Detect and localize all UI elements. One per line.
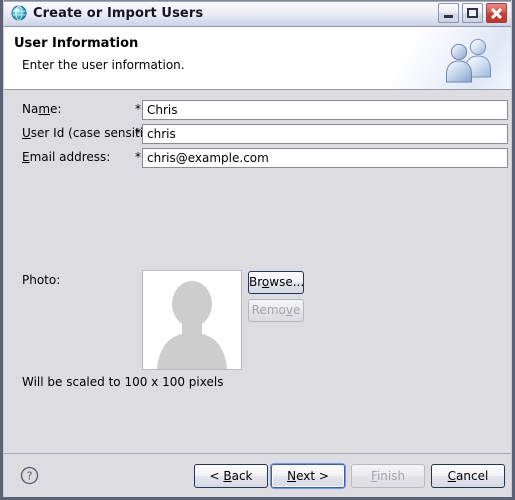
user-id-input[interactable]: [142, 124, 508, 144]
help-question-icon[interactable]: ?: [20, 466, 39, 485]
field-row-email: Email address: *: [3, 148, 512, 168]
wizard-header: User Information Enter the user informat…: [3, 27, 512, 90]
minimize-button[interactable]: [438, 3, 459, 23]
next-button[interactable]: Next >: [271, 464, 345, 488]
user-id-required-marker: *: [135, 126, 141, 140]
person-silhouette-icon: [143, 271, 241, 369]
field-row-name: Name: *: [3, 100, 512, 120]
title-bar-top-edge: [3, 0, 512, 2]
photo-preview[interactable]: [142, 270, 242, 370]
minimize-icon: [444, 15, 453, 18]
close-icon: [487, 4, 506, 22]
photo-scale-note: Will be scaled to 100 x 100 pixels: [22, 375, 224, 389]
cancel-button[interactable]: Cancel: [431, 464, 505, 488]
window-title: Create or Import Users: [33, 5, 204, 21]
browse-button[interactable]: Browse...: [248, 271, 304, 294]
svg-text:?: ?: [27, 470, 33, 483]
page-subtitle: Enter the user information.: [22, 58, 185, 72]
email-required-marker: *: [135, 150, 141, 164]
photo-label: Photo:: [22, 273, 61, 287]
users-icon: [438, 35, 500, 85]
close-button[interactable]: [486, 3, 507, 23]
form-area: Name: * User Id (case sensitive): * Emai…: [3, 90, 512, 453]
back-button[interactable]: < Back: [194, 464, 268, 488]
email-label: Email address:: [22, 150, 111, 164]
dialog-window: Create or Import Users User Information …: [0, 0, 515, 500]
maximize-button[interactable]: [462, 3, 483, 23]
maximize-icon: [467, 8, 478, 18]
globe-icon: [11, 5, 27, 21]
name-required-marker: *: [135, 102, 141, 116]
window-controls: [438, 3, 507, 23]
page-title: User Information: [14, 36, 139, 51]
title-bar: Create or Import Users: [3, 0, 512, 27]
email-input[interactable]: [142, 148, 508, 168]
name-label: Name:: [22, 102, 62, 116]
button-bar: ? < Back Next > Finish Cancel: [3, 453, 512, 497]
finish-button[interactable]: Finish: [351, 464, 425, 488]
remove-button[interactable]: Remove: [248, 299, 304, 322]
name-input[interactable]: [142, 100, 508, 120]
field-row-user-id: User Id (case sensitive): *: [3, 124, 512, 144]
